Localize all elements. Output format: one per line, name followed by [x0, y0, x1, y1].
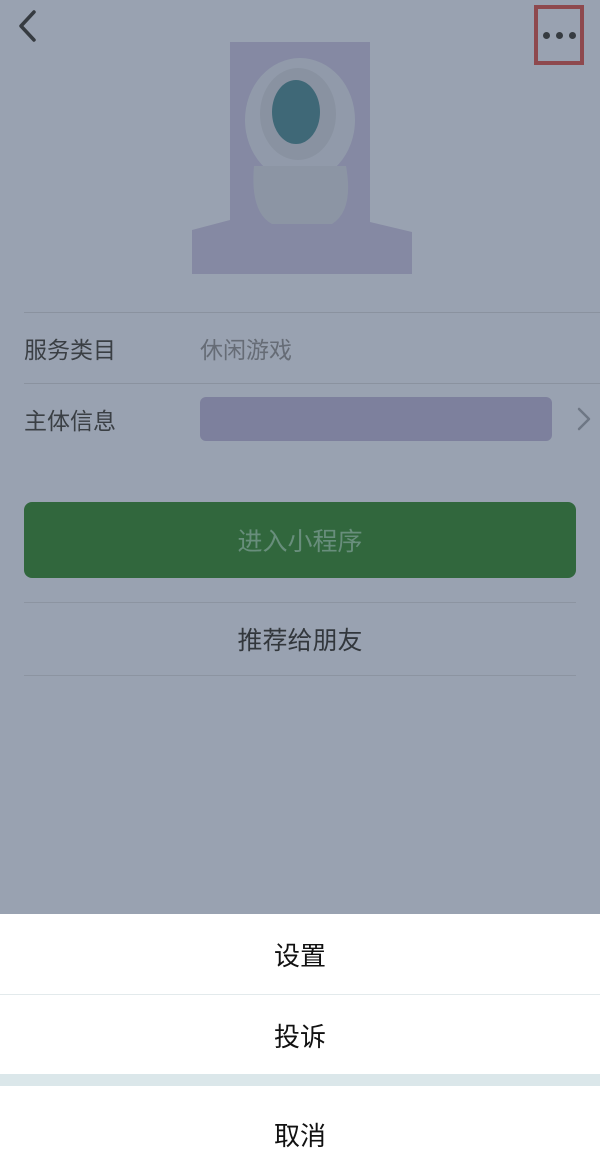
info-row-entity[interactable]: 主体信息 [24, 383, 600, 454]
info-row-service-category: 服务类目 休闲游戏 [24, 312, 600, 383]
more-menu-button[interactable] [534, 5, 584, 65]
redacted-value [200, 397, 552, 441]
recommend-to-friend-button[interactable]: 推荐给朋友 [24, 602, 576, 676]
sheet-item-settings[interactable]: 设置 [0, 914, 600, 994]
mini-program-profile-page: 服务类目 休闲游戏 主体信息 进入小程序 推荐给朋友 设置 投诉 取消 [0, 0, 600, 1170]
chevron-right-icon [577, 407, 591, 431]
ellipsis-icon [542, 31, 576, 39]
enter-mini-program-button[interactable]: 进入小程序 [24, 502, 576, 578]
info-label: 服务类目 [24, 338, 116, 364]
mascot-avatar-icon [192, 42, 412, 274]
avatar [192, 42, 412, 274]
sheet-item-complaint[interactable]: 投诉 [0, 995, 600, 1075]
info-label: 主体信息 [24, 409, 116, 435]
sheet-gap [0, 1074, 600, 1086]
chevron-left-icon [19, 10, 36, 42]
back-button[interactable] [8, 6, 48, 46]
sheet-cancel-button[interactable]: 取消 [0, 1098, 600, 1170]
info-table: 服务类目 休闲游戏 主体信息 [24, 312, 600, 454]
info-value: 休闲游戏 [200, 338, 292, 364]
